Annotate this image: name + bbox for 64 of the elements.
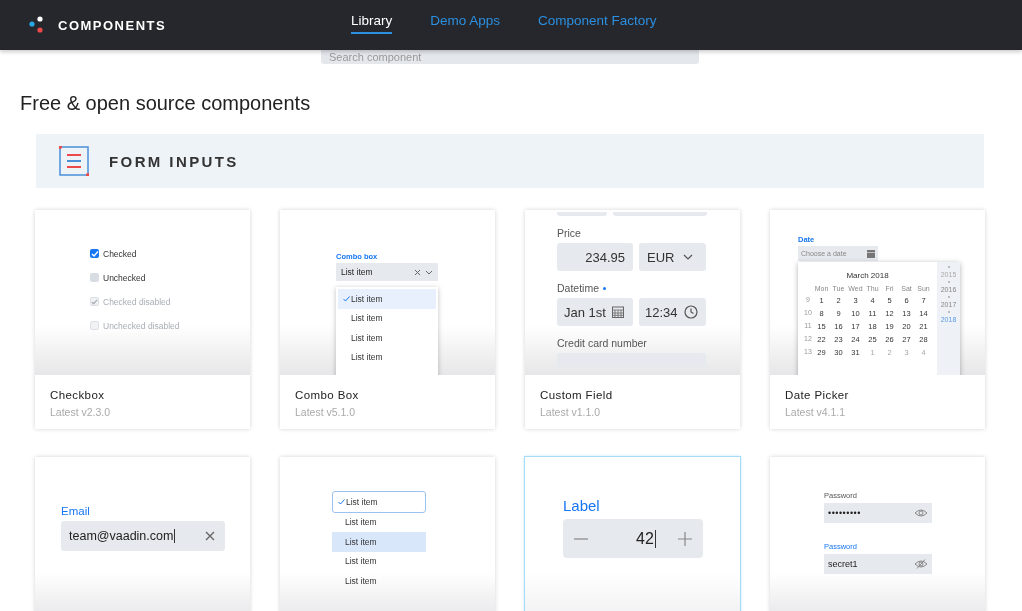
field-label: Datetime [557,282,740,294]
clear-icon[interactable] [205,531,215,541]
component-card[interactable] [770,210,985,429]
field-label: Credit card number [557,337,648,349]
component-name: Date Picker [785,389,850,401]
version-label: Latest v5.1.0 [295,406,357,418]
month-title: March 2018 [846,271,889,280]
check-icon [342,295,350,302]
field-label: Email [61,505,91,517]
list-item[interactable]: List item [332,551,426,571]
check-icon [337,498,345,505]
eye-slash-icon[interactable] [914,559,928,569]
field-label: Label [563,497,601,514]
email-field[interactable]: team@vaadin.com [61,521,225,551]
clock-icon[interactable] [683,305,698,319]
chevron-icon [683,254,694,260]
password-field[interactable]: secret1 [824,554,932,574]
list-item[interactable]: List item [332,491,426,513]
component-card[interactable]: Email team@vaadin.com [35,457,250,611]
chevron-icon [425,269,433,275]
nav-link[interactable]: Component Factory [538,12,657,34]
list-item[interactable]: List item [332,532,426,552]
brand-name: COMPONENTS [58,17,167,33]
price-field[interactable]: 234.95 [557,243,633,271]
list-item[interactable]: List item [338,308,436,328]
date-field[interactable]: Jan 1st [557,298,633,326]
component-name: Custom Field [540,389,614,401]
password-field[interactable]: ••••••••• [824,503,932,523]
checkbox[interactable] [90,273,99,282]
checkbox-label: Checked disabled [103,296,171,307]
field-label: Price [557,227,582,239]
clear-icon[interactable] [414,268,421,276]
list-item[interactable]: List item [338,289,436,309]
component-card[interactable]: List item List item List item List item List item [280,457,495,611]
number-field[interactable]: 42 [563,519,703,558]
list-item[interactable]: List item [332,571,426,591]
version-label: Latest v2.3.0 [50,406,112,418]
component-card[interactable]: Label 42 [525,457,740,611]
list-item[interactable]: List item [332,512,426,532]
nav-link[interactable]: Library [351,12,393,34]
version-label: Latest v4.1.1 [785,406,847,418]
plus-icon[interactable] [678,531,692,546]
list-item[interactable]: List item [338,347,436,367]
component-name: Checkbox [50,389,106,401]
version-label: Latest v1.1.0 [540,406,602,418]
component-card[interactable]: Price 234.95 EUR Datetime Jan 1st 12:34 Credit card number Custom Field Latest v1.1.0 [525,210,740,429]
form-icon [59,146,89,176]
search-field[interactable]: Search component [321,50,699,64]
minus-icon[interactable] [574,537,588,540]
eye-icon[interactable] [914,508,928,518]
time-field[interactable]: 12:34 [639,298,706,326]
currency-select[interactable]: EUR [639,243,706,271]
page-title: Free & open source components [20,92,312,116]
logo-icon [28,16,44,34]
checkbox-label: Unchecked disabled [103,320,180,331]
combo-box[interactable]: List item [336,263,438,281]
list-item[interactable]: List item [338,328,436,348]
nav-link[interactable]: Demo Apps [430,12,501,34]
component-name: Combo Box [295,389,360,401]
calendar-icon[interactable] [611,306,624,318]
calendar-icon[interactable] [867,249,875,258]
section-title: FORM INPUTS [109,152,239,170]
checkbox-label: Checked [103,248,137,259]
checkbox-label: Unchecked [103,272,146,283]
